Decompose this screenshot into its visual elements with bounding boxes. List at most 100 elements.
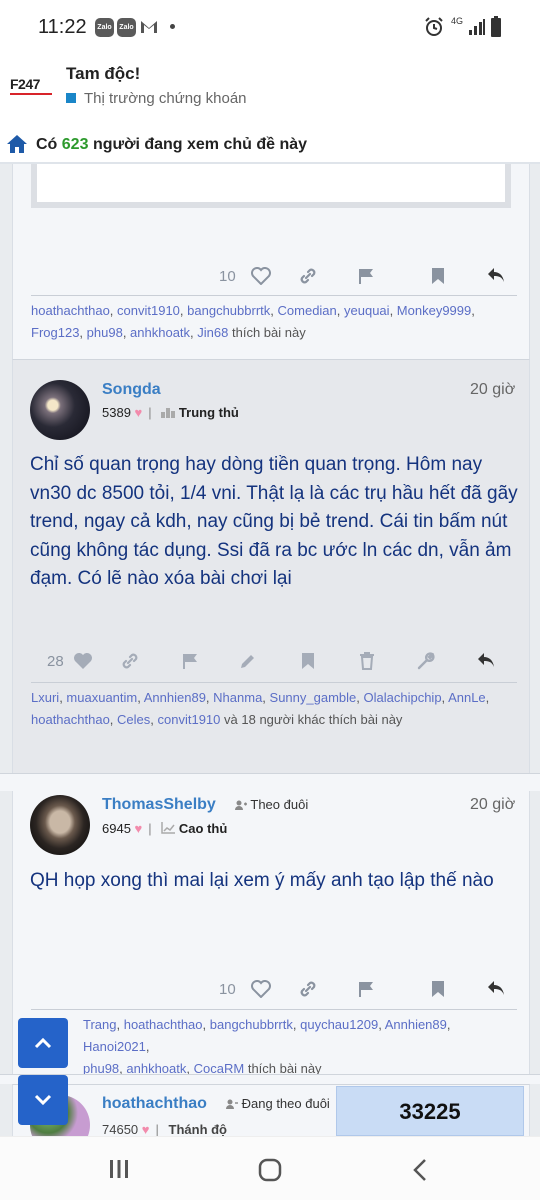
alarm-icon [425,17,443,36]
like-heart-icon[interactable] [73,652,93,682]
like-heart-icon[interactable] [251,980,271,1010]
post-body: Chỉ số quan trọng hay dòng tiền quan trọ… [30,454,518,589]
report-flag-icon[interactable] [357,267,375,297]
link-icon[interactable] [299,267,317,297]
likes-line-1: Lxuri, muaxuantim, Annhien89, Nhanma, Su… [31,690,490,705]
report-flag-icon[interactable] [357,980,375,1010]
android-nav-bar [0,1136,540,1200]
tools-wrench-icon[interactable] [417,652,435,682]
liker-link[interactable]: Hanoi2021 [83,1039,146,1054]
likes-list: Trang, hoathachthao, bangchubbrrtk, quyc… [31,1009,517,1080]
liker-link[interactable]: bangchubbrrtk [187,303,270,318]
liker-link[interactable]: AnnLe [448,690,486,705]
follow-user-icon [235,800,247,810]
battery-icon [491,16,501,37]
likes-line-2: Frog123, phu98, anhkhoatk, Jin68 thích b… [31,325,306,340]
author-stats: 5389 ♥ | Trung thủ [102,405,239,420]
post-author[interactable]: ThomasShelby [102,796,216,814]
liker-link[interactable]: anhkhoatk [130,325,190,340]
post-actions: 10 [31,975,517,1005]
signal-icon [469,19,485,35]
liker-link[interactable]: Olalachipchip [364,690,442,705]
author-points: 6945 [102,821,131,836]
liker-link[interactable]: Celes [117,712,150,727]
zalo-notification-icon: Zalo [95,18,114,37]
bookmark-icon[interactable] [301,652,315,682]
liker-link[interactable]: hoathachthao [31,303,110,318]
scroll-up-button[interactable] [18,1018,68,1068]
report-flag-icon[interactable] [181,652,199,682]
liker-link[interactable]: hoathachthao [31,712,110,727]
link-icon[interactable] [121,652,139,682]
post-author[interactable]: Songda [102,381,161,399]
post-feed[interactable]: 10 hoathachthao, convit1910, bangchubbrr… [0,164,540,1136]
scroll-down-button[interactable] [18,1075,68,1125]
gmail-icon [141,21,157,33]
post-body: QH họp xong thì mai lại xem ý mấy anh tạ… [30,870,494,891]
author-rank: Thánh độ [168,1122,228,1136]
liker-link[interactable]: hoathachthao [124,1017,203,1032]
liker-link[interactable]: muaxuantim [66,690,137,705]
likes-suffix: và 18 người khác thích bài này [224,712,403,727]
link-icon[interactable] [299,980,317,1010]
liker-link[interactable]: Nhanma [213,690,262,705]
liker-link[interactable]: Annhien89 [385,1017,447,1032]
post-previous: 10 hoathachthao, convit1910, bangchubbrr… [12,164,530,359]
post-author[interactable]: hoathachthao [102,1095,207,1113]
reply-icon[interactable] [477,652,495,682]
post-actions: 10 [31,262,517,292]
following-label: Đang theo đuôi [241,1096,330,1111]
liker-link[interactable]: quychau1209 [300,1017,378,1032]
back-icon[interactable] [412,1158,428,1182]
logo-underline [10,93,52,95]
delete-trash-icon[interactable] [359,652,375,682]
home-icon[interactable] [6,134,28,154]
liker-link[interactable]: phu98 [87,325,123,340]
liker-link[interactable]: Annhien89 [144,690,206,705]
likes-suffix: thích bài này [231,325,306,340]
forum-category[interactable]: Thị trường chứng khoán [66,90,247,107]
follow-button[interactable]: Theo đuôi [235,797,308,812]
like-heart-icon[interactable] [251,267,271,297]
rank-chart-icon [161,822,176,834]
post-time[interactable]: 20 giờ [470,796,515,814]
liker-link[interactable]: Jin68 [197,325,228,340]
liker-link[interactable]: yeuquai [344,303,390,318]
likes-line-2: hoathachthao, Celes, convit1910 và 18 ng… [31,712,403,727]
liker-link[interactable]: Trang [83,1017,116,1032]
screen: 11:22 Zalo Zalo 4G F247 Tam độc! Thị trư… [0,0,540,1200]
post-divider [0,773,540,791]
heart-icon: ♥ [141,1122,150,1136]
liker-link[interactable]: Comedian [278,303,337,318]
liker-link[interactable]: convit1910 [117,303,180,318]
post-time[interactable]: 20 giờ [470,381,515,399]
liker-link[interactable]: convit1910 [158,712,221,727]
liker-link[interactable]: Frog123 [31,325,79,340]
page-title[interactable]: Tam độc! [66,64,140,84]
liker-link[interactable]: bangchubbrrtk [210,1017,293,1032]
bookmark-icon[interactable] [431,980,445,1010]
author-stats-partial: 74650 ♥ | Thánh độ [102,1122,228,1136]
edit-pencil-icon[interactable] [239,652,257,682]
reply-icon[interactable] [487,267,505,297]
avatar[interactable] [30,380,90,440]
liker-link[interactable]: Lxuri [31,690,59,705]
post-songda: Songda 20 giờ 5389 ♥ | Trung thủ Chỉ số q… [12,359,530,773]
post-divider [0,1074,540,1084]
status-time: 11:22 [38,16,87,38]
category-color-icon [66,93,76,103]
follow-label: Theo đuôi [250,797,309,812]
like-count: 28 [47,653,64,670]
rank-icon [161,408,176,418]
home-button-icon[interactable] [258,1158,282,1182]
site-logo[interactable]: F247 [10,76,54,98]
bookmark-icon[interactable] [431,267,445,297]
reply-icon[interactable] [487,980,505,1010]
likes-list: Lxuri, muaxuantim, Annhien89, Nhanma, Su… [31,682,517,731]
liker-link[interactable]: Sunny_gamble [270,690,357,705]
liker-link[interactable]: Monkey9999 [397,303,471,318]
avatar[interactable] [30,795,90,855]
post-counter[interactable]: 33225 [336,1086,524,1136]
following-button[interactable]: Đang theo đuôi [226,1096,330,1111]
recent-apps-icon[interactable] [108,1159,130,1179]
